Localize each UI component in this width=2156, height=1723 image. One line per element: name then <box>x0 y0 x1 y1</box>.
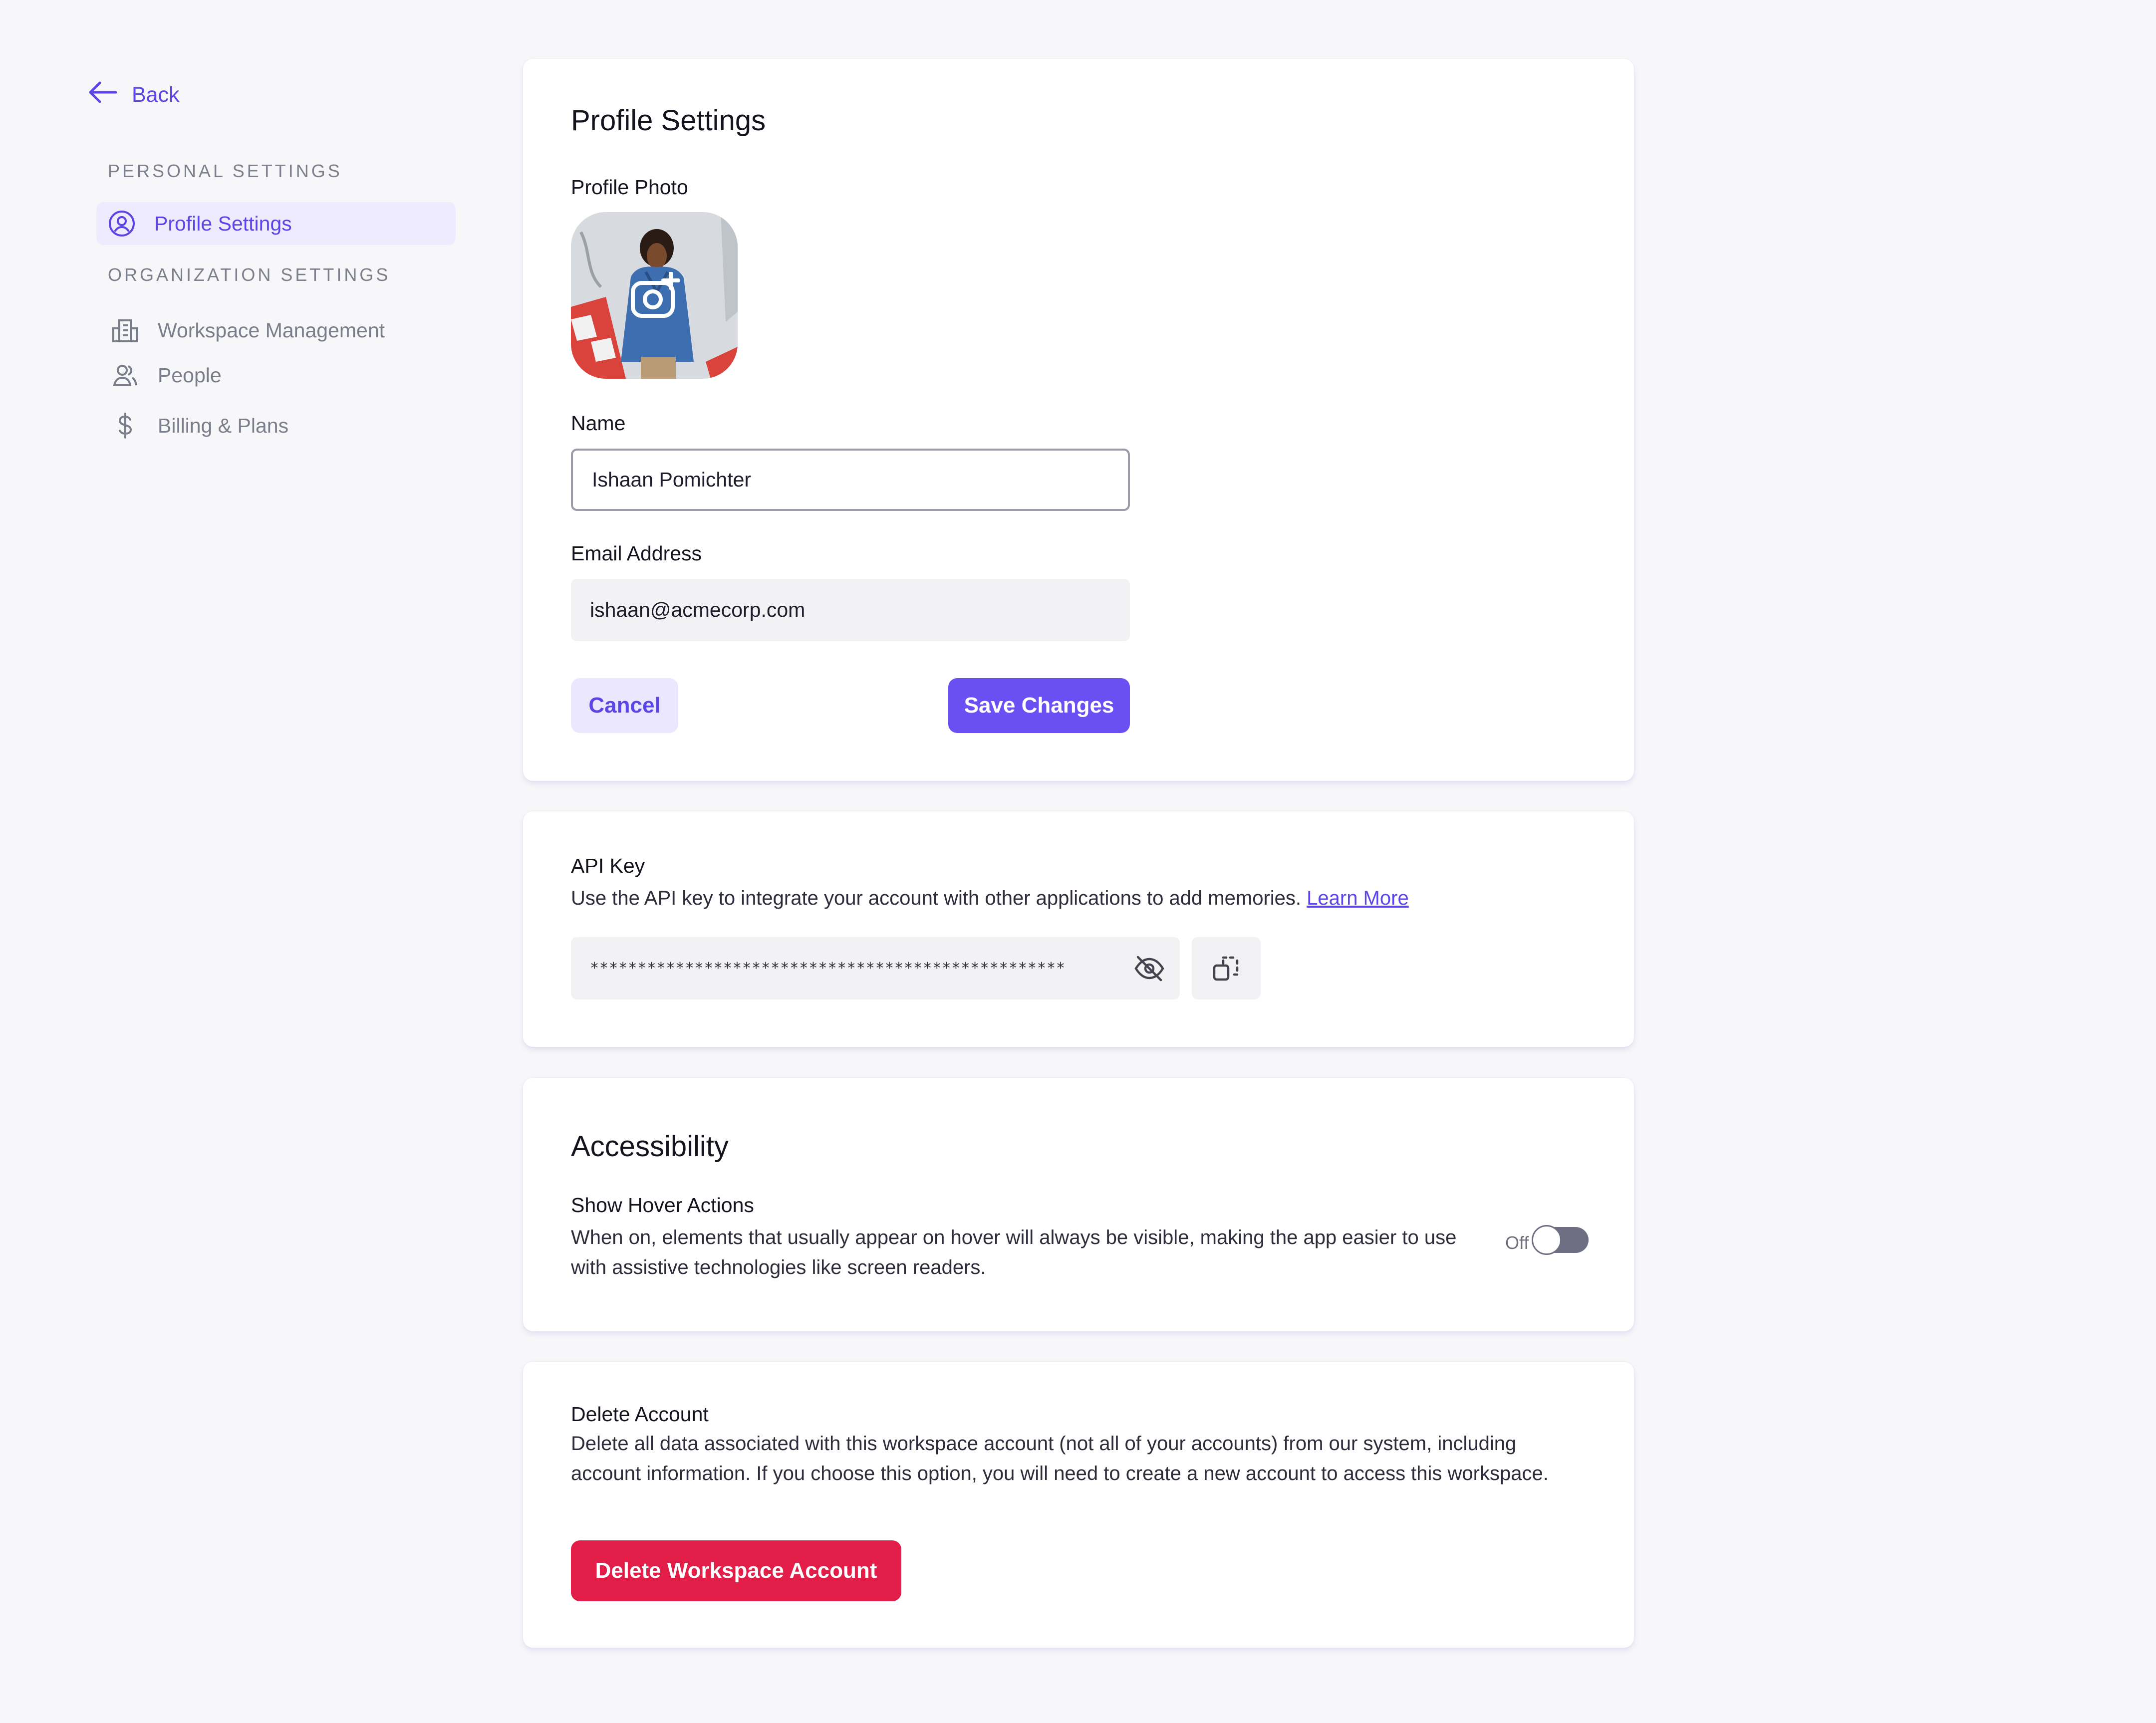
delete-account-title: Delete Account <box>571 1403 709 1426</box>
api-key-value: ****************************************… <box>590 960 1066 977</box>
show-hover-actions-description: When on, elements that usually appear on… <box>571 1227 1457 1278</box>
organization-settings-heading: Organization Settings <box>108 264 391 285</box>
page-title: Profile Settings <box>571 104 766 137</box>
cancel-button[interactable]: Cancel <box>571 678 678 733</box>
name-label: Name <box>571 412 626 435</box>
sidebar-item-profile-settings[interactable]: Profile Settings <box>96 202 456 245</box>
name-field[interactable]: Ishaan Pomichter <box>571 449 1130 511</box>
api-key-description: Use the API key to integrate your accoun… <box>571 883 1409 913</box>
camera-plus-icon <box>631 272 680 318</box>
arrow-left-icon <box>88 81 117 109</box>
sidebar-item-label: Workspace Management <box>158 318 385 342</box>
sidebar-item-billing-plans[interactable]: Billing & Plans <box>100 404 459 447</box>
delete-account-description: Delete all data associated with this wor… <box>571 1433 1549 1484</box>
settings-page: Back Personal Settings Profile Settings … <box>0 0 2156 1723</box>
api-key-field[interactable]: ****************************************… <box>571 937 1180 999</box>
show-hover-actions-toggle[interactable] <box>1532 1225 1589 1255</box>
accessibility-title: Accessibility <box>571 1130 729 1163</box>
sidebar-item-label: Profile Settings <box>154 212 292 235</box>
back-label: Back <box>132 82 180 107</box>
api-key-description-text: Use the API key to integrate your accoun… <box>571 887 1302 909</box>
accessibility-card: Accessibility Show Hover Actions When on… <box>523 1078 1634 1331</box>
email-label: Email Address <box>571 542 702 565</box>
sidebar-item-people[interactable]: People <box>100 354 459 397</box>
building-icon <box>111 316 140 345</box>
hover-actions-toggle-group: Off <box>1505 1223 1589 1257</box>
api-key-card: API Key Use the API key to integrate you… <box>523 811 1634 1047</box>
profile-photo-label: Profile Photo <box>571 176 688 199</box>
delete-account-card: Delete Account Delete all data associate… <box>523 1362 1634 1648</box>
eye-off-icon[interactable] <box>1134 954 1165 983</box>
dollar-icon <box>111 411 140 440</box>
save-changes-button[interactable]: Save Changes <box>948 678 1130 733</box>
copy-button[interactable] <box>1192 937 1261 999</box>
sidebar-item-label: People <box>158 363 222 387</box>
api-key-title: API Key <box>571 854 645 877</box>
copy-icon <box>1213 956 1239 981</box>
show-hover-actions-title: Show Hover Actions <box>571 1194 754 1217</box>
toggle-knob <box>1532 1225 1562 1255</box>
profile-photo-upload[interactable] <box>571 212 738 379</box>
personal-settings-heading: Personal Settings <box>108 161 342 181</box>
people-icon <box>111 361 140 390</box>
sidebar-item-workspace-management[interactable]: Workspace Management <box>100 309 459 352</box>
back-link[interactable]: Back <box>88 80 180 110</box>
profile-settings-card: Profile Settings Profile Photo Name Isha… <box>523 59 1634 781</box>
user-circle-icon <box>107 209 136 238</box>
email-field[interactable]: ishaan@acmecorp.com <box>571 579 1130 641</box>
delete-workspace-account-button[interactable]: Delete Workspace Account <box>571 1540 901 1601</box>
learn-more-link[interactable]: Learn More <box>1307 887 1409 909</box>
sidebar-item-label: Billing & Plans <box>158 414 289 437</box>
toggle-state-label: Off <box>1505 1232 1529 1253</box>
